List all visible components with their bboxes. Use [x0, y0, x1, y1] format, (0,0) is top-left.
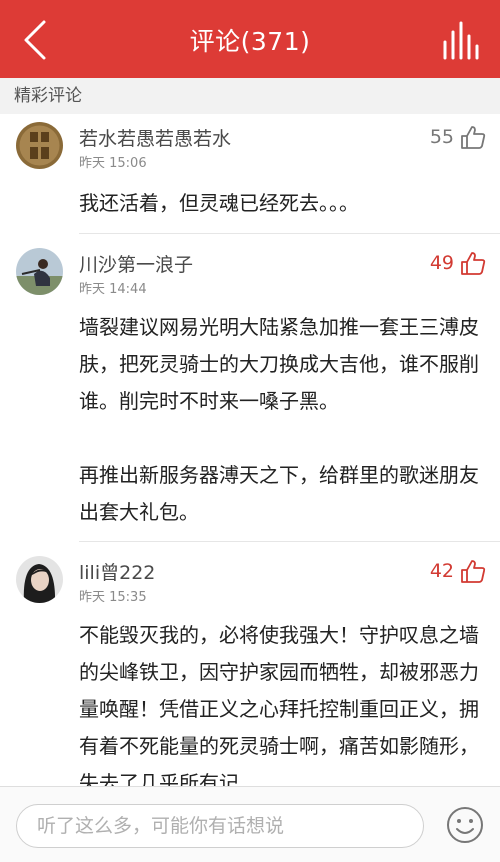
comment-username[interactable]: 川沙第一浪子 — [79, 250, 193, 277]
smiley-face-icon[interactable] — [446, 806, 484, 844]
featured-comments-label: 精彩评论 — [0, 78, 500, 114]
comment-time: 昨天 15:06 — [79, 156, 147, 171]
like-button[interactable]: 55 — [430, 123, 486, 151]
comment-item: 若水若愚若愚若水 昨天 15:06 55 我还活着，但灵魂已经死去。。。 — [0, 114, 500, 234]
comment-text: 我还活着，但灵魂已经死去。。。 — [79, 185, 479, 222]
comment-text: 不能毁灭我的，必将使我强大！守护叹息之墙的尖峰铁卫，因守护家园而牺牲，却被邪恶力… — [79, 617, 479, 786]
like-button[interactable]: 49 — [430, 249, 486, 277]
like-count: 42 — [429, 560, 454, 582]
comment-item: lili曾222 昨天 15:35 42 不能毁灭我的，必将使我强大！守护叹息之… — [0, 542, 500, 786]
avatar[interactable] — [16, 122, 63, 169]
comment-username[interactable]: lili曾222 — [79, 558, 155, 585]
comment-paragraph: 我还活着，但灵魂已经死去。。。 — [79, 191, 359, 215]
thumbs-up-icon — [461, 252, 486, 275]
thumbs-up-icon — [461, 560, 486, 583]
comment-text: 墙裂建议网易光明大陆紧急加推一套王三溥皮肤，把死灵骑士的大刀换成大吉他，谁不服削… — [79, 309, 479, 531]
like-button[interactable]: 42 — [430, 557, 486, 585]
avatar[interactable] — [16, 556, 63, 603]
top-bar: 评论(371) — [0, 0, 500, 78]
comment-paragraph: 再推出新服务器溥天之下，给群里的歌迷朋友出套大礼包。 — [79, 463, 479, 524]
comment-username[interactable]: 若水若愚若愚若水 — [79, 124, 231, 151]
comment-item: 川沙第一浪子 昨天 14:44 49 墙裂建议网易光明大陆紧急加推一套王三溥皮肤… — [0, 234, 500, 542]
thumbs-up-icon — [461, 126, 486, 149]
comment-paragraph: 墙裂建议网易光明大陆紧急加推一套王三溥皮肤，把死灵骑士的大刀换成大吉他，谁不服削… — [79, 315, 479, 413]
comment-paragraph: 不能毁灭我的，必将使我强大！守护叹息之墙的尖峰铁卫，因守护家园而牺牲，却被邪恶力… — [79, 623, 479, 786]
comment-input-bar: 听了这么多，可能你有话想说 — [0, 786, 500, 862]
comment-time: 昨天 14:44 — [79, 282, 147, 297]
bar-chart-icon[interactable] — [440, 20, 482, 60]
comments-screen: 评论(371) 精彩评论 若水若愚若愚若水 昨天 15:06 55 我还活着，但… — [0, 0, 500, 862]
like-count: 55 — [429, 126, 454, 148]
like-count: 49 — [429, 252, 454, 274]
avatar[interactable] — [16, 248, 63, 295]
comment-input[interactable]: 听了这么多，可能你有话想说 — [16, 804, 424, 848]
comment-list[interactable]: 若水若愚若愚若水 昨天 15:06 55 我还活着，但灵魂已经死去。。。 川沙第… — [0, 114, 500, 786]
comment-time: 昨天 15:35 — [79, 590, 147, 605]
page-title: 评论(371) — [189, 27, 311, 56]
